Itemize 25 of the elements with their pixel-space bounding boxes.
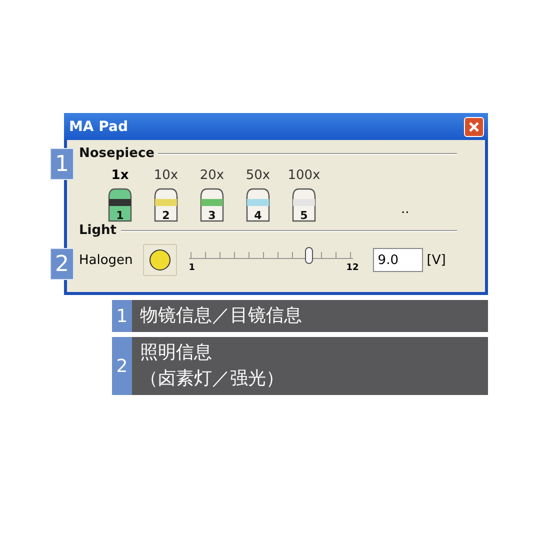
- group-title: Nosepiece: [79, 146, 154, 161]
- legend-number: 1: [112, 300, 132, 332]
- light-source-label: Halogen: [79, 252, 133, 268]
- slider-min-label: 1: [188, 263, 196, 273]
- group-title: Light: [79, 223, 117, 238]
- slider-thumb[interactable]: [305, 247, 314, 264]
- legend-text: 物镜信息／目镜信息: [140, 304, 302, 328]
- objective-button[interactable]: 1x 1: [101, 168, 139, 223]
- slider-max-label: 12: [346, 263, 359, 273]
- legend-text: 照明信息: [140, 341, 213, 365]
- legend-number: 2: [112, 337, 132, 395]
- objective-button[interactable]: 10x 2: [147, 168, 185, 223]
- close-icon: [468, 120, 480, 132]
- lamp-button[interactable]: [142, 244, 177, 276]
- voltage-field[interactable]: 9.0: [372, 248, 423, 272]
- objective-button[interactable]: 100x 5: [285, 168, 323, 223]
- legend-text: （卤素灯／强光）: [140, 367, 284, 391]
- objective-button[interactable]: 50x 4: [239, 168, 277, 223]
- more-indicator: ..: [401, 202, 410, 217]
- callout-badge: 1: [50, 148, 74, 180]
- callout-badge: 2: [50, 248, 74, 280]
- close-button[interactable]: [464, 116, 484, 136]
- window-title: MA Pad: [69, 118, 128, 134]
- unit-label: [V]: [426, 252, 446, 268]
- objective-button[interactable]: 20x 3: [193, 168, 231, 223]
